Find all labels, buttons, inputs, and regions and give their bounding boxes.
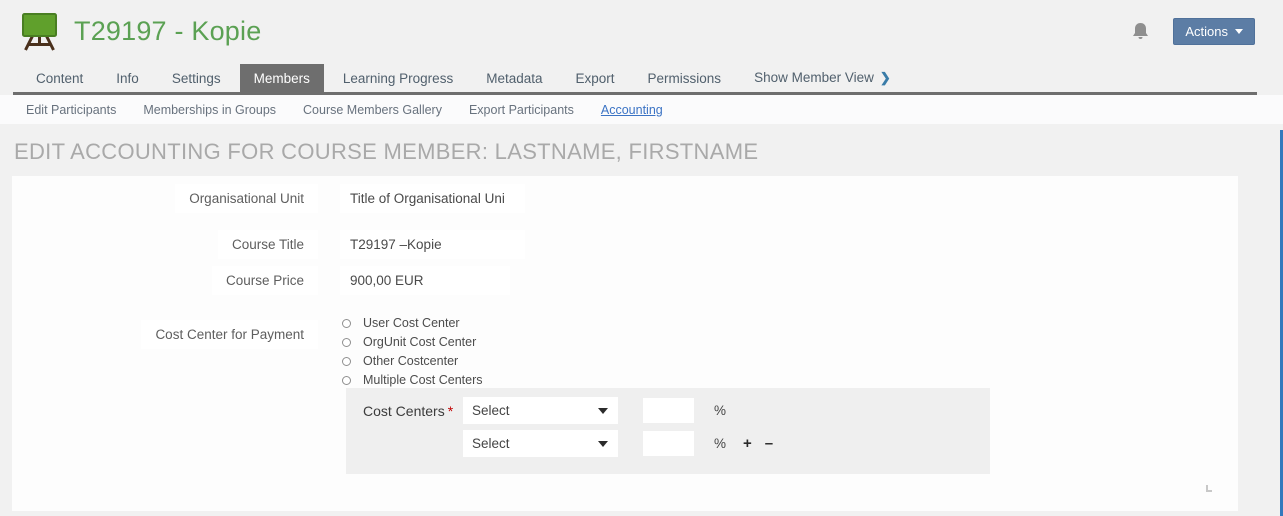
radio-orgunit-cost-center[interactable]: OrgUnit Cost Center bbox=[340, 335, 483, 349]
required-asterisk: * bbox=[448, 403, 453, 419]
cost-center-row-1: Cost Centers* Select % bbox=[346, 397, 990, 424]
main-tabbar: Content Info Settings Members Learning P… bbox=[0, 62, 1283, 95]
course-blackboard-icon bbox=[20, 11, 60, 53]
tab-settings[interactable]: Settings bbox=[158, 64, 235, 92]
remove-cost-center-button[interactable]: – bbox=[765, 435, 773, 452]
radio-circle-icon bbox=[342, 376, 351, 385]
radio-circle-icon bbox=[342, 357, 351, 366]
chevron-right-icon: ❯ bbox=[880, 70, 891, 85]
tab-learning-progress[interactable]: Learning Progress bbox=[329, 64, 467, 92]
course-title-label: Course Title bbox=[218, 230, 318, 259]
radio-label: Multiple Cost Centers bbox=[363, 373, 483, 387]
radio-label: User Cost Center bbox=[363, 316, 460, 330]
select-value: Select bbox=[472, 436, 510, 451]
radio-label: OrgUnit Cost Center bbox=[363, 335, 476, 349]
actions-button[interactable]: Actions bbox=[1173, 18, 1255, 45]
cost-center-select-1[interactable]: Select bbox=[463, 397, 618, 424]
course-price-label: Course Price bbox=[212, 266, 318, 295]
tab-content[interactable]: Content bbox=[22, 64, 97, 92]
page-title-header: T29197 - Kopie bbox=[74, 16, 261, 47]
form-row-course-price: Course Price 900,00 EUR bbox=[12, 266, 510, 295]
course-title-value: T29197 –Kopie bbox=[340, 230, 525, 259]
page-heading: EDIT ACCOUNTING FOR COURSE MEMBER: LASTN… bbox=[14, 139, 758, 165]
tab-show-member-view-label: Show Member View bbox=[754, 70, 874, 85]
form-row-cost-center: Cost Center for Payment User Cost Center… bbox=[12, 314, 483, 392]
percent-sign: % bbox=[714, 436, 726, 451]
tab-info[interactable]: Info bbox=[102, 64, 153, 92]
corner-artifact-mark bbox=[1206, 485, 1212, 492]
tab-metadata[interactable]: Metadata bbox=[472, 64, 556, 92]
subtab-edit-participants[interactable]: Edit Participants bbox=[26, 103, 116, 117]
course-price-value: 900,00 EUR bbox=[340, 266, 510, 295]
tab-export[interactable]: Export bbox=[562, 64, 629, 92]
percent-input-2[interactable] bbox=[643, 431, 694, 456]
members-subtabbar: Edit Participants Memberships in Groups … bbox=[0, 95, 1283, 124]
subtab-memberships-in-groups[interactable]: Memberships in Groups bbox=[143, 103, 276, 117]
percent-sign: % bbox=[714, 403, 726, 418]
percent-input-1[interactable] bbox=[643, 398, 694, 423]
notification-bell-icon[interactable] bbox=[1132, 22, 1149, 41]
radio-user-cost-center[interactable]: User Cost Center bbox=[340, 316, 483, 330]
actions-button-label: Actions bbox=[1185, 24, 1228, 39]
subtab-export-participants[interactable]: Export Participants bbox=[469, 103, 574, 117]
add-cost-center-button[interactable]: + bbox=[743, 435, 752, 452]
caret-down-icon bbox=[1235, 29, 1243, 34]
cost-centers-panel: Cost Centers* Select % Select % + – bbox=[346, 388, 990, 474]
tab-members[interactable]: Members bbox=[240, 64, 324, 92]
page-header: T29197 - Kopie Actions bbox=[0, 0, 1283, 62]
accounting-form: Organisational Unit Title of Organisatio… bbox=[12, 176, 1238, 511]
cost-centers-label: Cost Centers bbox=[363, 403, 445, 419]
radio-circle-icon bbox=[342, 338, 351, 347]
radio-label: Other Costcenter bbox=[363, 354, 458, 368]
cost-center-radio-group: User Cost Center OrgUnit Cost Center Oth… bbox=[340, 314, 483, 392]
radio-multiple-cost-centers[interactable]: Multiple Cost Centers bbox=[340, 373, 483, 387]
caret-down-icon bbox=[598, 408, 608, 414]
radio-circle-icon bbox=[342, 319, 351, 328]
cost-center-row-2: Select % + – bbox=[346, 430, 990, 457]
form-row-course-title: Course Title T29197 –Kopie bbox=[12, 230, 525, 259]
header-actions: Actions bbox=[1132, 18, 1255, 45]
form-row-organisational-unit: Organisational Unit Title of Organisatio… bbox=[12, 184, 525, 213]
organisational-unit-value: Title of Organisational Uni bbox=[340, 184, 525, 213]
subtab-accounting[interactable]: Accounting bbox=[601, 103, 663, 117]
cost-center-for-payment-label: Cost Center for Payment bbox=[141, 320, 318, 349]
caret-down-icon bbox=[598, 441, 608, 447]
cost-center-select-2[interactable]: Select bbox=[463, 430, 618, 457]
select-value: Select bbox=[472, 403, 510, 418]
tab-permissions[interactable]: Permissions bbox=[634, 64, 736, 92]
organisational-unit-label: Organisational Unit bbox=[175, 184, 318, 213]
radio-other-costcenter[interactable]: Other Costcenter bbox=[340, 354, 483, 368]
tab-show-member-view[interactable]: Show Member View ❯ bbox=[740, 63, 905, 92]
subtab-course-members-gallery[interactable]: Course Members Gallery bbox=[303, 103, 442, 117]
